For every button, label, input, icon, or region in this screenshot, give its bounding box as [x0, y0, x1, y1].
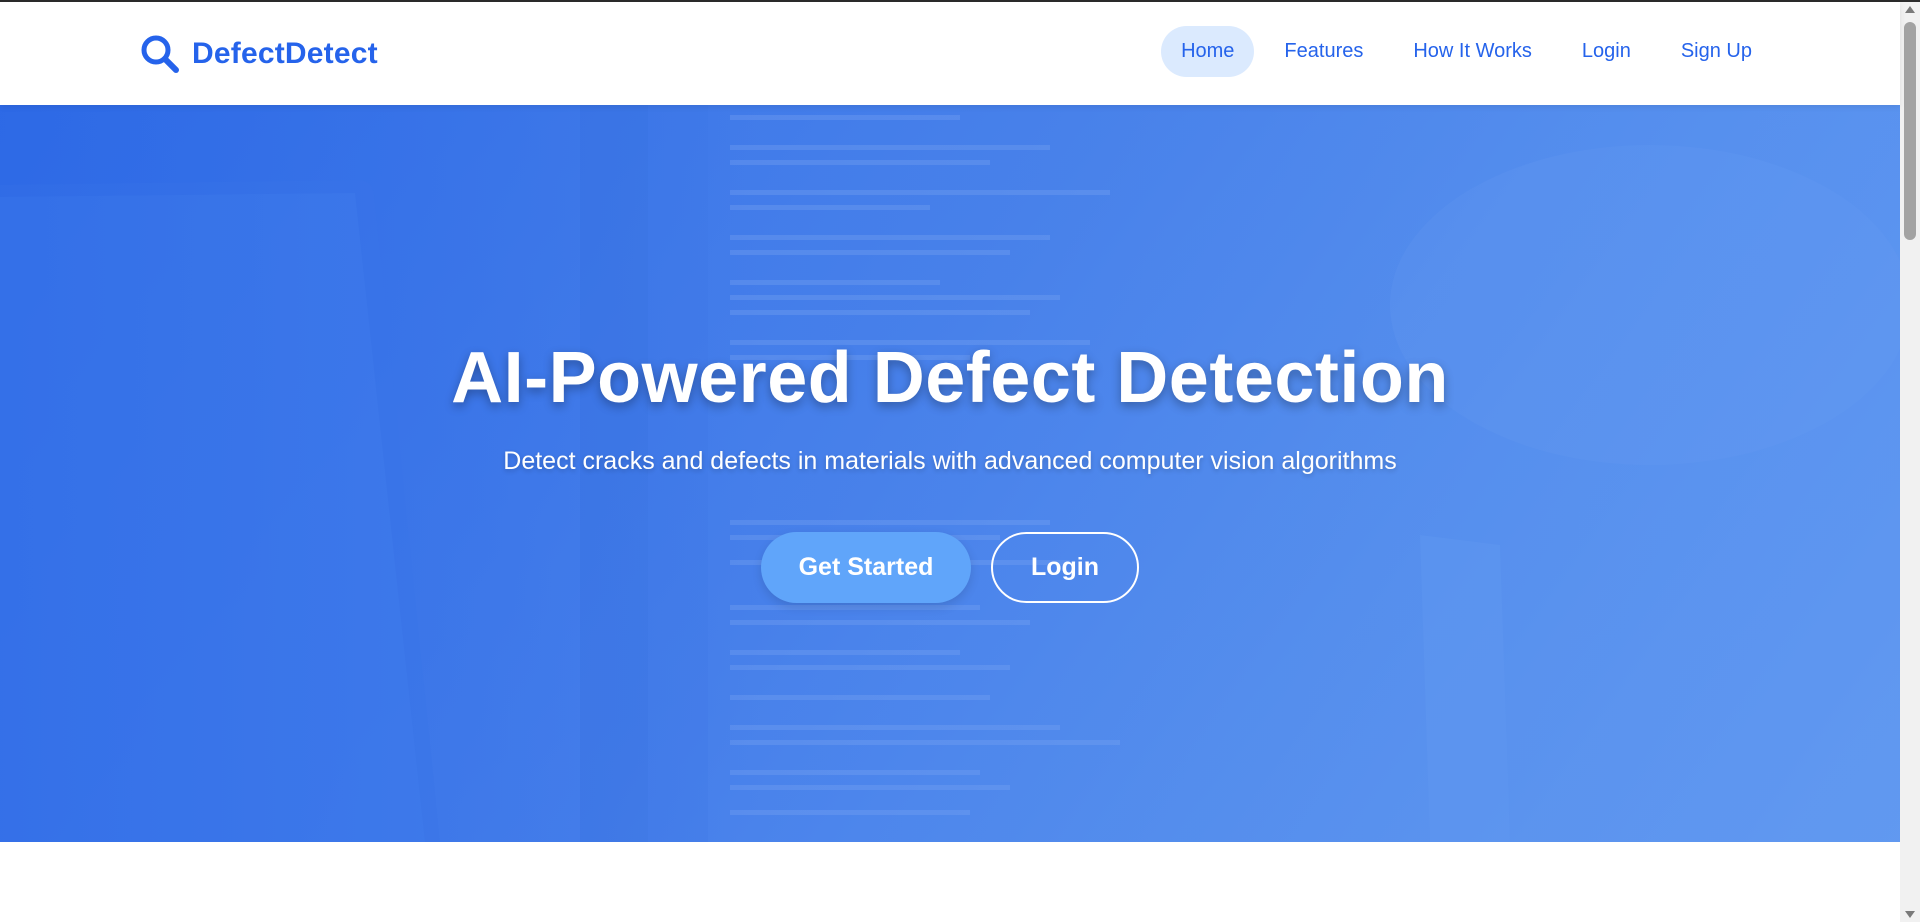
- scroll-up-arrow-icon[interactable]: [1905, 6, 1915, 13]
- scroll-down-arrow-icon[interactable]: [1905, 911, 1915, 918]
- hero-buttons: Get Started Login: [761, 532, 1139, 603]
- nav-item-how-it-works[interactable]: How It Works: [1393, 26, 1552, 77]
- nav-links: Home Features How It Works Login Sign Up: [1161, 26, 1772, 77]
- hero-title: AI-Powered Defect Detection: [451, 338, 1449, 418]
- nav-item-login[interactable]: Login: [1562, 26, 1651, 77]
- hero-subtitle: Detect cracks and defects in materials w…: [503, 447, 1397, 475]
- nav-item-home[interactable]: Home: [1161, 26, 1255, 77]
- search-icon: [141, 35, 179, 73]
- hero-section: AI-Powered Defect Detection Detect crack…: [0, 105, 1900, 842]
- brand-name: DefectDetect: [192, 37, 378, 70]
- page-scrollbar[interactable]: [1900, 2, 1920, 922]
- brand-logo[interactable]: DefectDetect: [138, 32, 378, 76]
- navbar: DefectDetect Home Features How It Works …: [0, 2, 1900, 105]
- get-started-button[interactable]: Get Started: [761, 532, 971, 603]
- hero-login-button[interactable]: Login: [991, 532, 1139, 603]
- nav-item-features[interactable]: Features: [1264, 26, 1383, 77]
- nav-item-sign-up[interactable]: Sign Up: [1661, 26, 1772, 77]
- page: DefectDetect Home Features How It Works …: [0, 0, 1920, 922]
- scroll-thumb[interactable]: [1904, 22, 1916, 240]
- hero-content: AI-Powered Defect Detection Detect crack…: [0, 105, 1900, 842]
